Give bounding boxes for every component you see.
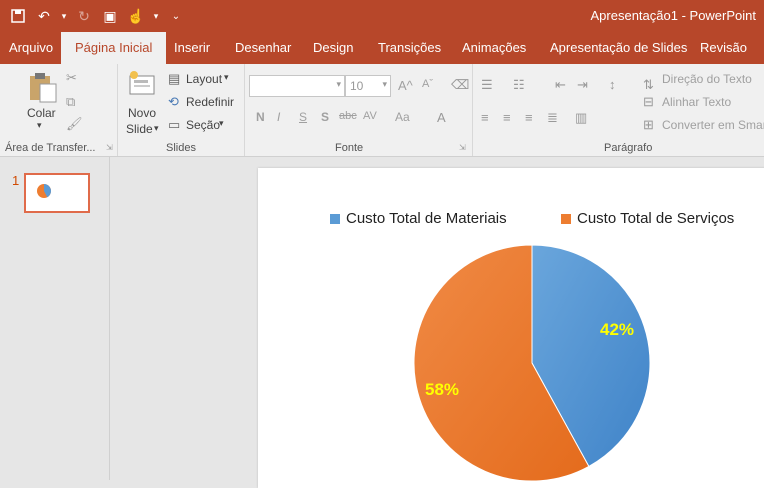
font-name-dropdown-icon[interactable]: ▾: [336, 79, 341, 90]
slide-number: 1: [12, 173, 20, 188]
reset-icon[interactable]: ⟲: [168, 94, 179, 110]
text-direction-label[interactable]: Direção do Texto: [662, 72, 752, 86]
data-label-materiais: 42%: [600, 320, 635, 339]
font-size-combo[interactable]: 10 ▾: [345, 75, 391, 97]
tab-arquivo[interactable]: Arquivo: [9, 32, 53, 64]
increase-indent-icon[interactable]: ⇥: [577, 77, 588, 93]
paste-dropdown-icon[interactable]: ▾: [37, 120, 42, 131]
columns-icon[interactable]: ▥: [575, 110, 587, 126]
font-size-dropdown-icon[interactable]: ▾: [382, 79, 387, 90]
strikethrough-button[interactable]: abc: [339, 110, 357, 122]
paragraph-group: ☰ ☷ ⇤ ⇥ ↕ ⇅ Direção do Texto ≡ ≡ ≡ ≣ ▥ ⊟…: [473, 64, 764, 156]
numbering-icon[interactable]: ☷: [513, 77, 525, 93]
tab-desenhar[interactable]: Desenhar: [235, 32, 291, 64]
undo-icon[interactable]: ↶: [34, 6, 54, 26]
undo-dropdown-icon[interactable]: ▾: [60, 6, 68, 26]
tab-design[interactable]: Design: [313, 32, 353, 64]
clipboard-group: Colar ▾ ✂ ⧉ 🖌 Área de Transfer... ⇲: [0, 64, 118, 156]
tab-apresentacao-slides[interactable]: Apresentação de Slides: [550, 32, 687, 64]
touch-dropdown-icon[interactable]: ▾: [152, 6, 160, 26]
section-dropdown-icon[interactable]: ▾: [219, 118, 224, 129]
shrink-font-icon[interactable]: Aˇ: [422, 78, 433, 90]
font-launcher-icon[interactable]: ⇲: [459, 143, 466, 152]
legend-label-materiais: Custo Total de Materiais: [346, 210, 507, 227]
data-label-servicos: 58%: [425, 380, 460, 399]
paragraph-group-label: Parágrafo: [604, 142, 653, 154]
legend-label-servicos: Custo Total de Serviços: [577, 210, 735, 227]
cut-icon[interactable]: ✂: [66, 70, 77, 86]
layout-dropdown-icon[interactable]: ▾: [224, 72, 229, 83]
align-right-icon[interactable]: ≡: [525, 110, 533, 125]
presentation-icon[interactable]: ▣: [100, 6, 120, 26]
layout-label[interactable]: Layout: [186, 72, 222, 86]
new-slide-dropdown-icon[interactable]: ▾: [154, 123, 159, 134]
change-case-button[interactable]: Aa: [395, 110, 410, 124]
align-text-label[interactable]: Alinhar Texto: [662, 95, 731, 109]
font-color-icon[interactable]: A: [437, 110, 446, 125]
redo-icon[interactable]: ↻: [74, 6, 94, 26]
thumbnail-pie-icon: [37, 183, 52, 198]
section-icon[interactable]: ▭: [168, 117, 180, 133]
clear-format-icon[interactable]: ⌫: [451, 77, 469, 93]
new-slide-label-1[interactable]: Novo: [128, 106, 156, 120]
ribbon-tabs: Arquivo Página Inicial Inserir Desenhar …: [0, 32, 764, 64]
slide-thumbnail[interactable]: [24, 173, 90, 213]
legend-item-servicos: Custo Total de Serviços: [561, 210, 734, 227]
smartart-icon[interactable]: ⊞: [643, 117, 654, 133]
tab-animacoes[interactable]: Animações: [462, 32, 526, 64]
legend-swatch-materiais: [330, 213, 340, 224]
align-center-icon[interactable]: ≡: [503, 110, 511, 125]
tab-pagina-inicial[interactable]: Página Inicial: [61, 32, 167, 64]
font-size-value: 10: [350, 79, 364, 93]
align-left-icon[interactable]: ≡: [481, 110, 489, 125]
format-painter-icon[interactable]: 🖌: [66, 116, 83, 132]
italic-button[interactable]: I: [277, 110, 280, 124]
ribbon: Colar ▾ ✂ ⧉ 🖌 Área de Transfer... ⇲ Novo…: [0, 64, 764, 157]
pie-chart: [413, 244, 651, 482]
new-slide-label-2[interactable]: Slide: [126, 122, 153, 136]
text-direction-icon[interactable]: ⇅: [643, 77, 654, 93]
bold-button[interactable]: N: [256, 110, 265, 124]
bullets-icon[interactable]: ☰: [481, 77, 493, 93]
char-spacing-button[interactable]: AV: [363, 110, 377, 122]
align-text-icon[interactable]: ⊟: [643, 94, 654, 110]
font-group: ▾ 10 ▾ A^ Aˇ ⌫ N I S S abc AV Aa A Fonte …: [245, 64, 473, 156]
grow-font-icon[interactable]: A^: [398, 78, 413, 93]
underline-button[interactable]: S: [299, 110, 307, 124]
slides-group-label: Slides: [166, 142, 196, 154]
legend-swatch-servicos: [561, 213, 571, 224]
new-slide-icon[interactable]: [128, 70, 156, 101]
paste-icon[interactable]: [28, 72, 58, 107]
window-title: Apresentação1 - PowerPoint: [590, 8, 756, 23]
legend-item-materiais: Custo Total de Materiais: [330, 210, 507, 227]
save-icon[interactable]: [8, 6, 28, 26]
slides-panel: 1: [0, 157, 110, 480]
justify-icon[interactable]: ≣: [547, 110, 558, 126]
quick-access-toolbar: ↶ ▾ ↻ ▣ ☝ ▾ ⌄: [8, 6, 186, 26]
customize-toolbar-icon[interactable]: ⌄: [166, 6, 186, 26]
copy-icon[interactable]: ⧉: [66, 94, 75, 110]
font-name-combo[interactable]: ▾: [249, 75, 345, 97]
layout-icon[interactable]: ▤: [168, 71, 180, 87]
shadow-button[interactable]: S: [321, 110, 329, 124]
touch-mode-icon[interactable]: ☝: [126, 6, 146, 26]
tab-transicoes[interactable]: Transições: [378, 32, 441, 64]
slide-canvas[interactable]: Custo Total de Materiais Custo Total de …: [258, 168, 764, 488]
title-bar: ↶ ▾ ↻ ▣ ☝ ▾ ⌄ Apresentação1 - PowerPoint: [0, 0, 764, 32]
decrease-indent-icon[interactable]: ⇤: [555, 77, 566, 93]
convert-smartart-label[interactable]: Converter em Smar: [662, 118, 764, 132]
clipboard-group-label: Área de Transfer...: [5, 142, 96, 154]
font-group-label: Fonte: [335, 142, 364, 154]
line-spacing-icon[interactable]: ↕: [609, 77, 616, 92]
section-label[interactable]: Seção: [186, 118, 220, 132]
paste-label[interactable]: Colar: [27, 106, 56, 120]
clipboard-launcher-icon[interactable]: ⇲: [106, 143, 113, 152]
tab-inserir[interactable]: Inserir: [174, 32, 210, 64]
reset-label[interactable]: Redefinir: [186, 95, 234, 109]
tab-revisao[interactable]: Revisão: [700, 32, 747, 64]
slides-group: Novo Slide ▾ ▤ Layout ▾ ⟲ Redefinir ▭ Se…: [118, 64, 245, 156]
